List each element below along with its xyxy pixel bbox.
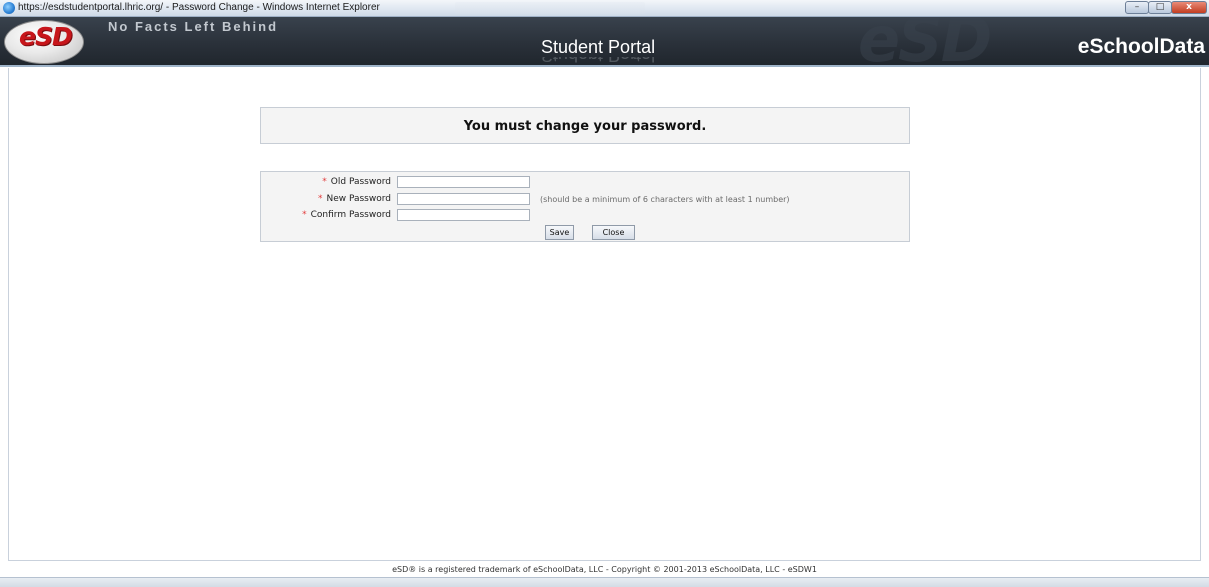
header-divider bbox=[0, 65, 1209, 67]
header-watermark: eSD bbox=[858, 17, 992, 67]
titlebar-tab bbox=[455, 2, 645, 14]
confirm-password-field[interactable] bbox=[397, 209, 530, 221]
new-password-hint: (should be a minimum of 6 characters wit… bbox=[540, 195, 790, 204]
password-notice: You must change your password. bbox=[260, 107, 910, 144]
confirm-password-row: * Confirm Password bbox=[261, 209, 911, 223]
close-window-button[interactable]: x bbox=[1171, 1, 1207, 14]
brand-name: eSchoolData bbox=[1077, 35, 1205, 58]
confirm-password-label: * Confirm Password bbox=[302, 210, 391, 220]
close-button[interactable]: Close bbox=[592, 225, 635, 240]
password-change-form: * Old Password * New Password (should be a… bbox=[260, 171, 910, 242]
new-password-field[interactable] bbox=[397, 193, 530, 205]
required-marker: * bbox=[302, 210, 307, 220]
internet-explorer-icon bbox=[3, 2, 15, 14]
save-button[interactable]: Save bbox=[545, 225, 574, 240]
header-tagline: No Facts Left Behind bbox=[108, 19, 279, 34]
required-marker: * bbox=[322, 177, 327, 187]
required-marker: * bbox=[317, 194, 323, 204]
browser-status-bar bbox=[0, 577, 1209, 587]
esd-logo-text: eSD bbox=[19, 22, 73, 51]
portal-title-reflection: Student Portal bbox=[541, 57, 655, 65]
footer-copyright: eSD® is a registered trademark of eSchoo… bbox=[392, 565, 817, 574]
old-password-label-text: Old Password bbox=[330, 177, 391, 187]
minimize-button[interactable]: – bbox=[1125, 1, 1149, 14]
old-password-field[interactable] bbox=[397, 176, 530, 188]
maximize-button[interactable]: □ bbox=[1148, 1, 1172, 14]
old-password-label: * Old Password bbox=[322, 177, 391, 187]
confirm-password-label-text: Confirm Password bbox=[310, 210, 391, 220]
notice-message: You must change your password. bbox=[463, 119, 707, 134]
new-password-row: * New Password (should be a minimum of 6 … bbox=[261, 193, 911, 207]
new-password-label: * New Password bbox=[318, 194, 391, 204]
new-password-label-text: New Password bbox=[326, 194, 391, 204]
window-title: https://esdstudentportal.lhric.org/ - Pa… bbox=[18, 2, 380, 13]
old-password-row: * Old Password bbox=[261, 176, 911, 190]
portal-title: Student Portal bbox=[541, 37, 656, 57]
portal-header: eSD No Facts Left Behind eSD Student Por… bbox=[0, 17, 1209, 67]
window-titlebar: https://esdstudentportal.lhric.org/ - Pa… bbox=[0, 0, 1209, 17]
